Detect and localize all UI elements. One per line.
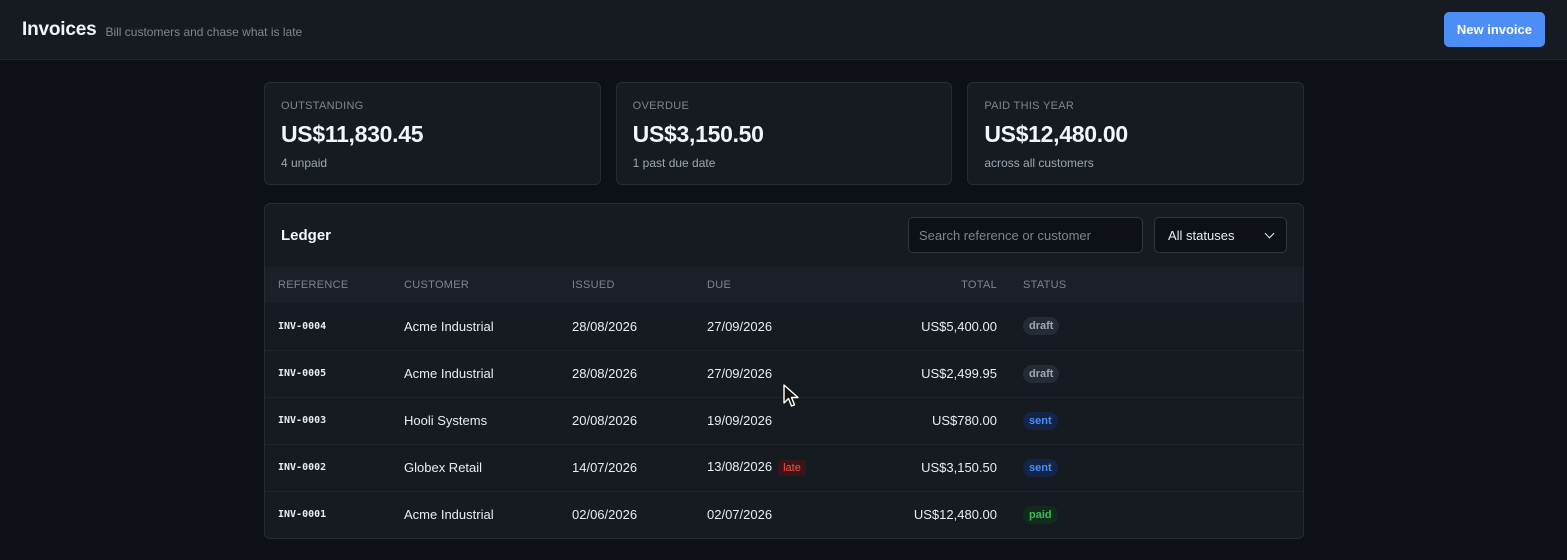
- cell-reference: INV-0005: [278, 368, 327, 379]
- column-header-issued[interactable]: ISSUED: [572, 267, 707, 303]
- page-subtitle: Bill customers and chase what is late: [105, 25, 303, 39]
- chevron-down-icon: [1264, 228, 1275, 239]
- cell-total: US$780.00: [931, 413, 997, 428]
- stat-card-overdue: OVERDUE US$3,150.50 1 past due date: [615, 82, 953, 185]
- stat-label: OUTSTANDING: [281, 100, 364, 112]
- cell-issued: 14/07/2026: [572, 460, 638, 475]
- cell-total: US$12,480.00: [913, 507, 997, 523]
- cell-status: draft: [1023, 350, 1303, 397]
- stat-value: US$12,480.00: [984, 121, 1128, 147]
- cell-total: US$2,499.95: [921, 366, 997, 381]
- status-filter-select[interactable]: All statuses: [1154, 217, 1287, 253]
- top-bar: Invoices Bill customers and chase what i…: [0, 0, 1567, 60]
- cell-reference: INV-0001: [278, 509, 327, 521]
- column-header-total[interactable]: TOTAL: [867, 267, 1023, 303]
- stat-note: 4 unpaid: [281, 156, 328, 170]
- due-date: 02/07/2026: [707, 507, 773, 523]
- main-content: OUTSTANDING US$11,830.45 4 unpaid OVERDU…: [264, 82, 1305, 539]
- cell-reference: INV-0004: [278, 320, 327, 332]
- column-header-reference[interactable]: REFERENCE: [265, 267, 404, 303]
- cell-customer: Acme Industrial: [404, 507, 494, 523]
- stat-label: OVERDUE: [632, 100, 690, 112]
- stat-note: across all customers: [984, 156, 1094, 170]
- status-badge: draft: [1023, 364, 1060, 383]
- cell-issued: 28/08/2026: [572, 318, 638, 334]
- cell-customer: Hooli Systems: [404, 413, 488, 428]
- stat-card-paid-this-year: PAID THIS YEAR US$12,480.00 across all c…: [967, 82, 1305, 185]
- stat-value: US$11,830.45: [281, 121, 424, 147]
- column-header-due[interactable]: DUE: [707, 267, 867, 303]
- column-header-status[interactable]: STATUS: [1023, 267, 1303, 303]
- due-date: 19/09/2026: [707, 413, 773, 428]
- table-row[interactable]: INV-0002 Globex Retail 14/07/2026 13/08/…: [265, 444, 1303, 491]
- due-date: 27/09/2026: [707, 366, 773, 381]
- cell-reference: INV-0003: [278, 415, 327, 426]
- cell-total: US$3,150.50: [921, 460, 997, 475]
- cell-issued: 28/08/2026: [572, 366, 638, 381]
- cell-reference: INV-0002: [278, 462, 327, 473]
- cell-customer: Acme Industrial: [404, 318, 494, 334]
- cell-customer: Acme Industrial: [404, 366, 494, 381]
- cell-status: draft: [1023, 303, 1303, 350]
- search-input[interactable]: [908, 217, 1143, 253]
- stat-label: PAID THIS YEAR: [984, 100, 1075, 112]
- status-filter-value: All statuses: [1168, 227, 1235, 243]
- late-badge: late: [778, 460, 806, 476]
- table-header-row: REFERENCE CUSTOMER ISSUED DUE TOTAL STAT…: [265, 267, 1303, 303]
- due-date: 27/09/2026: [707, 318, 773, 334]
- status-badge: paid: [1023, 505, 1058, 524]
- status-badge: draft: [1023, 317, 1060, 336]
- cell-due: 27/09/2026: [707, 303, 867, 350]
- ledger-header: Ledger All statuses: [265, 204, 1303, 267]
- column-header-customer[interactable]: CUSTOMER: [404, 267, 572, 303]
- status-badge: sent: [1023, 458, 1058, 477]
- cell-issued: 02/06/2026: [572, 507, 638, 523]
- cell-status: sent: [1023, 397, 1303, 444]
- ledger-title: Ledger: [281, 227, 332, 244]
- stat-value: US$3,150.50: [632, 121, 764, 147]
- ledger-panel: Ledger All statuses REFERENCE CUSTOMER I…: [264, 203, 1304, 539]
- table-row[interactable]: INV-0001 Acme Industrial 02/06/2026 02/0…: [265, 491, 1303, 538]
- table-row[interactable]: INV-0004 Acme Industrial 28/08/2026 27/0…: [265, 303, 1303, 350]
- cell-customer: Globex Retail: [404, 460, 483, 475]
- mouse-cursor-icon: [783, 384, 799, 407]
- stat-card-outstanding: OUTSTANDING US$11,830.45 4 unpaid: [264, 82, 601, 185]
- cell-status: paid: [1023, 491, 1303, 538]
- cell-due: 13/08/2026 late: [707, 444, 867, 491]
- cell-total: US$5,400.00: [921, 318, 997, 334]
- cell-status: sent: [1023, 444, 1303, 491]
- stats-row: OUTSTANDING US$11,830.45 4 unpaid OVERDU…: [264, 82, 1305, 185]
- cell-due: 02/07/2026: [707, 491, 867, 538]
- page-title: Invoices: [22, 18, 97, 40]
- new-invoice-button[interactable]: New invoice: [1443, 12, 1545, 47]
- due-date: 13/08/2026: [707, 459, 773, 474]
- stat-note: 1 past due date: [632, 156, 716, 170]
- cell-issued: 20/08/2026: [572, 413, 638, 428]
- status-badge: sent: [1023, 411, 1058, 430]
